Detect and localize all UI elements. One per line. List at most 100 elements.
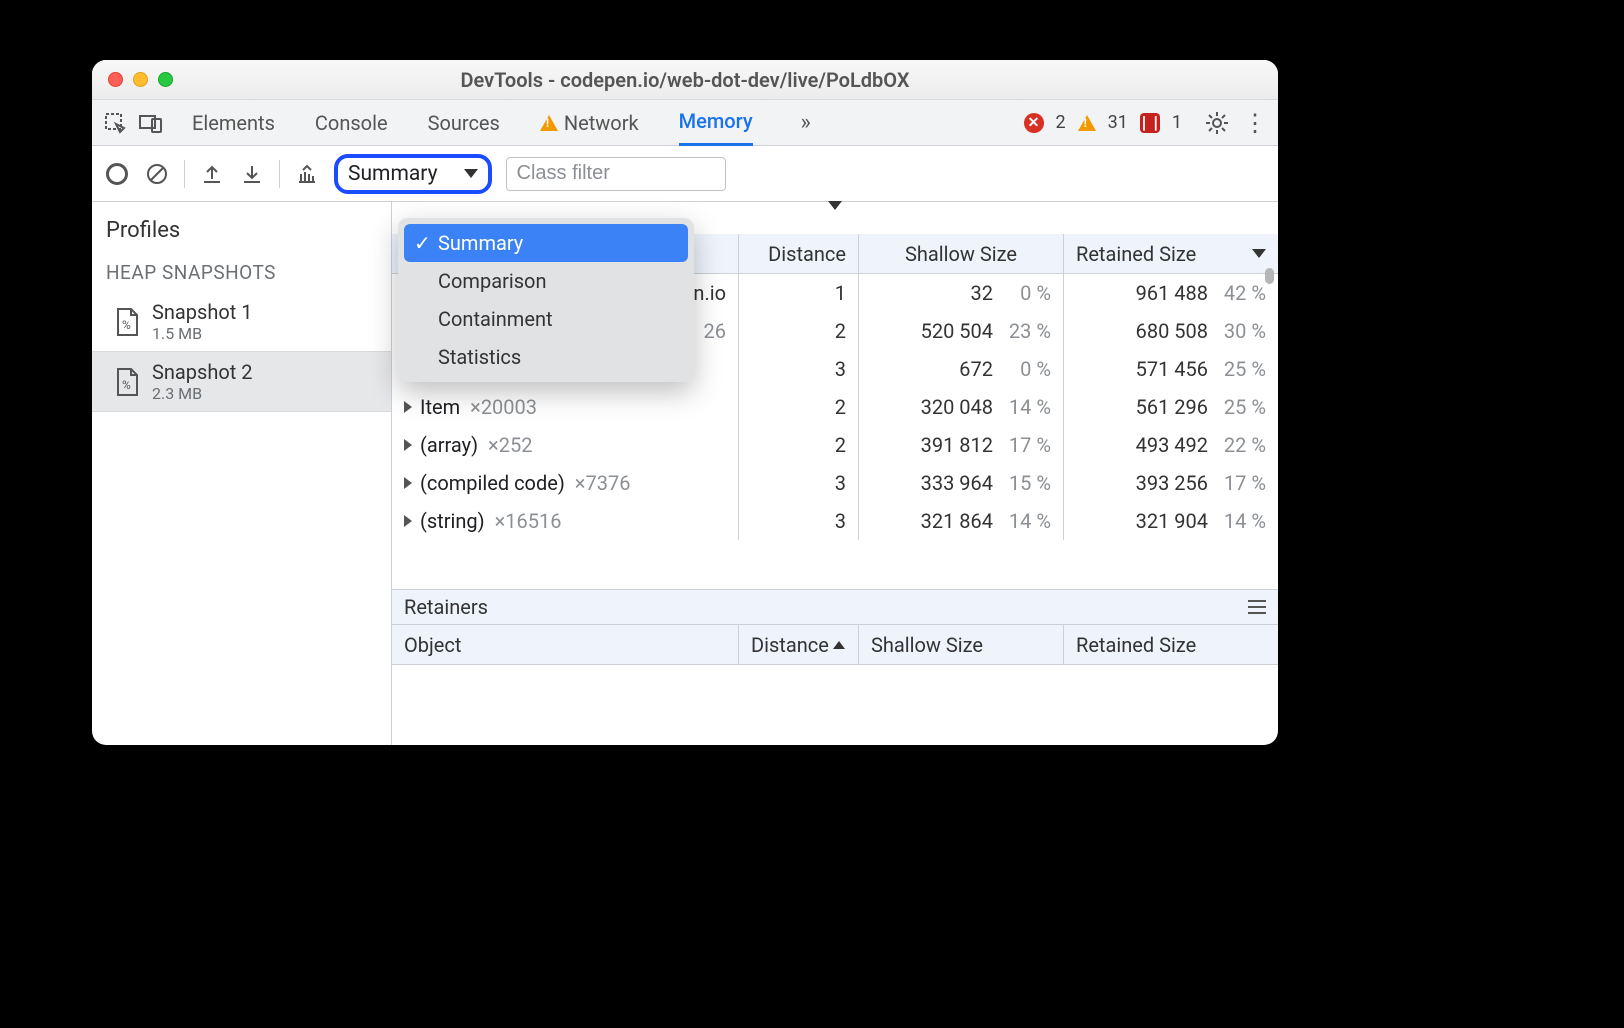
devtools-window: DevTools - codepen.io/web-dot-dev/live/P…: [92, 60, 1278, 745]
kebab-menu-icon[interactable]: ⋮: [1242, 110, 1268, 136]
snapshot-item[interactable]: % Snapshot 2 2.3 MB: [92, 351, 391, 412]
titlebar: DevTools - codepen.io/web-dot-dev/live/P…: [92, 60, 1278, 100]
download-icon[interactable]: [239, 161, 265, 187]
record-icon[interactable]: [104, 161, 130, 187]
shallow-value: 391 812: [921, 433, 993, 457]
svg-text:%: %: [122, 378, 131, 392]
instance-count: ×252: [488, 433, 532, 457]
expand-icon[interactable]: [404, 439, 412, 451]
inspect-element-icon[interactable]: [102, 110, 128, 136]
retained-pct: 42 %: [1218, 281, 1266, 305]
filter-toggle-icon[interactable]: [828, 210, 842, 234]
snapshot-size: 2.3 MB: [152, 384, 253, 403]
menu-item-summary[interactable]: Summary: [404, 224, 688, 262]
menu-item-statistics[interactable]: Statistics: [404, 338, 688, 376]
snapshot-name: Snapshot 1: [152, 300, 253, 324]
retainers-title: Retainers: [404, 595, 488, 619]
shallow-pct: 15 %: [1003, 471, 1051, 495]
panels-tabbar: Elements Console Sources Network Memory …: [92, 100, 1278, 146]
issues-badge-icon[interactable]: ❘❘: [1140, 113, 1160, 133]
retainers-col-retained[interactable]: Retained Size: [1063, 625, 1278, 664]
tab-network[interactable]: Network: [540, 100, 639, 146]
issues-count: 1: [1172, 112, 1182, 133]
class-filter-input[interactable]: [506, 157, 726, 191]
garbage-collect-icon[interactable]: [294, 161, 320, 187]
profiles-sidebar: Profiles HEAP SNAPSHOTS % Snapshot 1 1.5…: [92, 202, 392, 745]
shallow-pct: 17 %: [1003, 433, 1051, 457]
col-shallow-size[interactable]: Shallow Size: [858, 234, 1063, 273]
panel-tabs: Elements Console Sources Network Memory …: [192, 100, 819, 146]
constructor-tail: 26: [704, 319, 726, 343]
constructor-name: Item: [420, 395, 460, 419]
shallow-pct: 0 %: [1003, 281, 1051, 305]
sidebar-title: Profiles: [92, 202, 391, 253]
distance-value: 3: [835, 357, 846, 381]
col-distance[interactable]: Distance: [738, 234, 858, 273]
distance-value: 1: [835, 281, 846, 305]
shallow-pct: 14 %: [1003, 509, 1051, 533]
sort-asc-icon: [833, 641, 845, 649]
table-row[interactable]: (array)×2522391 81217 %493 49222 %: [392, 426, 1278, 464]
retained-value: 680 508: [1136, 319, 1208, 343]
error-badge-icon[interactable]: ✕: [1024, 113, 1044, 133]
clear-icon[interactable]: [144, 161, 170, 187]
snapshot-item[interactable]: % Snapshot 1 1.5 MB: [92, 292, 391, 351]
file-icon: %: [114, 307, 140, 337]
file-icon: %: [114, 367, 140, 397]
snapshot-name: Snapshot 2: [152, 360, 253, 384]
expand-icon[interactable]: [404, 515, 412, 527]
warning-icon[interactable]: [1078, 115, 1096, 131]
expand-icon[interactable]: [404, 401, 412, 413]
tab-console[interactable]: Console: [315, 100, 388, 146]
distance-value: 2: [835, 319, 846, 343]
retainers-col-shallow[interactable]: Shallow Size: [858, 625, 1063, 664]
sort-desc-icon: [1252, 249, 1266, 258]
scrollbar-thumb[interactable]: [1265, 268, 1274, 284]
col-retained-size[interactable]: Retained Size: [1063, 234, 1278, 273]
more-tabs-icon[interactable]: »: [793, 110, 819, 136]
upload-icon[interactable]: [199, 161, 225, 187]
constructor-name: (compiled code): [420, 471, 565, 495]
divider: [184, 160, 185, 188]
retained-pct: 25 %: [1218, 395, 1266, 419]
distance-value: 2: [835, 433, 846, 457]
constructor-name: (array): [420, 433, 478, 457]
table-row[interactable]: (string)×165163321 86414 %321 90414 %: [392, 502, 1278, 540]
shallow-value: 333 964: [921, 471, 993, 495]
retained-value: 571 456: [1136, 357, 1208, 381]
distance-value: 3: [835, 509, 846, 533]
view-dropdown-menu: Summary Comparison Containment Statistic…: [398, 218, 694, 382]
menu-item-comparison[interactable]: Comparison: [404, 262, 688, 300]
retainers-header[interactable]: Retainers: [392, 589, 1278, 625]
table-row[interactable]: (compiled code)×73763333 96415 %393 2561…: [392, 464, 1278, 502]
retainers-col-object[interactable]: Object: [392, 625, 738, 664]
view-dropdown[interactable]: Summary: [334, 154, 492, 194]
retained-value: 321 904: [1136, 509, 1208, 533]
tab-elements[interactable]: Elements: [192, 100, 275, 146]
retainers-col-distance[interactable]: Distance: [738, 625, 858, 664]
retained-pct: 22 %: [1218, 433, 1266, 457]
view-dropdown-label: Summary: [348, 162, 438, 186]
menu-item-containment[interactable]: Containment: [404, 300, 688, 338]
chevron-down-icon: [464, 169, 478, 178]
shallow-pct: 0 %: [1003, 357, 1051, 381]
retained-value: 561 296: [1136, 395, 1208, 419]
sidebar-section-heading: HEAP SNAPSHOTS: [92, 253, 391, 292]
memory-toolbar: Summary: [92, 146, 1278, 202]
tabbar-right: ✕ 2 31 ❘❘ 1 ⋮: [1024, 110, 1268, 136]
constructor-name: (string): [420, 509, 485, 533]
window-title: DevTools - codepen.io/web-dot-dev/live/P…: [92, 68, 1278, 92]
table-row[interactable]: Item×200032320 04814 %561 29625 %: [392, 388, 1278, 426]
settings-icon[interactable]: [1204, 110, 1230, 136]
tab-memory[interactable]: Memory: [679, 100, 753, 146]
expand-icon[interactable]: [404, 477, 412, 489]
shallow-value: 672: [959, 357, 993, 381]
retainers-body: [392, 665, 1278, 745]
shallow-value: 32: [971, 281, 993, 305]
menu-icon[interactable]: [1248, 600, 1266, 614]
warning-count: 31: [1108, 112, 1128, 133]
device-toolbar-icon[interactable]: [138, 110, 164, 136]
divider: [279, 160, 280, 188]
tab-sources[interactable]: Sources: [428, 100, 500, 146]
svg-text:%: %: [122, 318, 131, 332]
